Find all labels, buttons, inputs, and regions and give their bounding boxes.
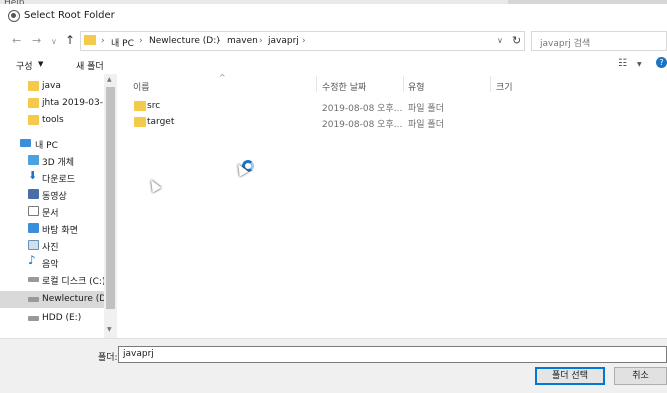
nav-item-jhta[interactable]: jhta 2019-03-11: [0, 95, 114, 112]
nav-item-music[interactable]: ♪ 음악: [0, 253, 104, 271]
nav-item-this-pc[interactable]: 내 PC: [0, 135, 104, 152]
organize-button[interactable]: 구성: [16, 59, 33, 72]
scrollbar-thumb[interactable]: [106, 87, 115, 309]
scroll-down-arrow-icon[interactable]: ▼: [107, 326, 112, 333]
cancel-button[interactable]: 취소: [614, 367, 667, 385]
folder-name-input[interactable]: [118, 346, 667, 363]
nav-item-label: 음악: [42, 260, 59, 270]
organize-caret-icon[interactable]: ▼: [38, 60, 43, 68]
nav-item-newlecture-d[interactable]: Newlecture (D:): [0, 291, 113, 308]
nav-item-hdd-e[interactable]: HDD (E:): [0, 310, 104, 327]
file-type: 파일 폴더: [408, 120, 444, 130]
file-modified: 2019-08-08 오후...: [322, 104, 403, 114]
breadcrumb-drive[interactable]: Newlecture (D:): [149, 36, 220, 46]
view-options-icon[interactable]: ☷: [618, 58, 627, 69]
nav-item-desktop[interactable]: 바탕 화면: [0, 220, 104, 237]
column-header-name[interactable]: 이름: [133, 80, 150, 93]
nav-item-downloads[interactable]: ⬇ 다운로드: [0, 169, 104, 186]
nav-item-label: 다운로드: [42, 175, 76, 185]
breadcrumb-this-pc[interactable]: 내 PC: [111, 36, 134, 49]
column-header-size[interactable]: 크기: [496, 80, 513, 93]
back-arrow-icon[interactable]: ←: [12, 34, 21, 47]
recent-locations-chevron-icon[interactable]: ∨: [51, 37, 57, 46]
address-dropdown-icon[interactable]: ∨: [497, 36, 503, 45]
nav-item-label: tools: [42, 115, 64, 125]
nav-item-label: 사진: [42, 243, 59, 253]
nav-item-label: 3D 개체: [42, 158, 75, 168]
nav-item-label: HDD (E:): [42, 313, 82, 323]
sort-ascending-icon: ^: [219, 73, 226, 82]
folder-icon: [28, 81, 39, 91]
breadcrumb-chevron-icon[interactable]: ›: [302, 36, 306, 46]
breadcrumb-chevron-icon[interactable]: ›: [217, 36, 221, 46]
drive-icon: [28, 297, 39, 302]
folder-icon: [28, 98, 39, 108]
folder-icon: [28, 115, 39, 125]
refresh-icon[interactable]: ↻: [512, 34, 521, 47]
forward-arrow-icon[interactable]: →: [32, 34, 41, 47]
nav-item-label: Newlecture (D:): [42, 294, 113, 304]
drive-icon: [28, 316, 39, 321]
picture-icon: [28, 240, 39, 250]
nav-item-label: 바탕 화면: [42, 226, 78, 236]
column-header-modified[interactable]: 수정한 날짜: [322, 80, 366, 93]
3d-objects-icon: [28, 155, 39, 165]
nav-item-java[interactable]: java: [0, 78, 104, 95]
folder-icon: [84, 35, 96, 45]
column-divider[interactable]: [316, 76, 317, 92]
app-icon: [8, 10, 20, 22]
breadcrumb-chevron-icon[interactable]: ›: [259, 36, 263, 46]
breadcrumb-maven[interactable]: maven: [227, 36, 258, 46]
select-folder-button[interactable]: 폴더 선택: [535, 367, 605, 385]
column-divider[interactable]: [403, 76, 404, 92]
new-folder-button[interactable]: 새 폴더: [76, 59, 104, 72]
drive-icon: [28, 277, 39, 282]
nav-item-label: 내 PC: [35, 141, 58, 151]
nav-item-videos[interactable]: 동영상: [0, 186, 104, 203]
file-row[interactable]: src 2019-08-08 오후... 파일 폴더: [130, 98, 550, 114]
up-arrow-icon[interactable]: ↑: [65, 33, 75, 47]
folder-icon: [134, 117, 146, 127]
nav-item-label: java: [42, 81, 61, 91]
file-modified: 2019-08-08 오후...: [322, 120, 403, 130]
search-placeholder: javaprj 검색: [540, 39, 591, 49]
window-title: Select Root Folder: [24, 10, 115, 21]
nav-item-tools[interactable]: tools: [0, 112, 104, 129]
file-row[interactable]: target 2019-08-08 오후... 파일 폴더: [130, 114, 550, 130]
pc-icon: [20, 139, 31, 147]
breadcrumb-chevron-icon[interactable]: ›: [139, 36, 143, 46]
navigation-pane[interactable]: java jhta 2019-03-11 tools 내 PC 3D 개체 ⬇ …: [0, 74, 118, 338]
view-caret-icon[interactable]: ▼: [637, 61, 642, 68]
column-header-type[interactable]: 유형: [408, 80, 425, 93]
folder-icon: [134, 101, 146, 111]
nav-item-3d-objects[interactable]: 3D 개체: [0, 152, 104, 169]
nav-item-label: 동영상: [42, 192, 67, 202]
nav-item-pictures[interactable]: 사진: [0, 237, 104, 254]
column-divider[interactable]: [490, 76, 491, 92]
nav-item-local-disk-c[interactable]: 로컬 디스크 (C:): [0, 271, 106, 288]
breadcrumb-javaprj[interactable]: javaprj: [268, 36, 299, 46]
download-icon: ⬇: [28, 169, 38, 182]
nav-item-label: 로컬 디스크 (C:): [42, 277, 106, 287]
folder-name-value[interactable]: javaprj: [123, 349, 154, 359]
file-name: target: [147, 117, 175, 127]
breadcrumb-chevron-icon[interactable]: ›: [101, 36, 105, 46]
document-icon: [28, 206, 39, 216]
file-type: 파일 폴더: [408, 104, 444, 114]
music-icon: ♪: [28, 253, 36, 267]
nav-item-label: 문서: [42, 209, 59, 219]
help-icon[interactable]: ?: [656, 57, 667, 68]
nav-item-documents[interactable]: 문서: [0, 203, 104, 220]
video-icon: [28, 189, 39, 199]
folder-field-label: 폴더:: [98, 353, 118, 363]
file-name: src: [147, 101, 161, 111]
desktop-icon: [28, 223, 39, 233]
scroll-up-arrow-icon[interactable]: ▲: [107, 76, 112, 83]
